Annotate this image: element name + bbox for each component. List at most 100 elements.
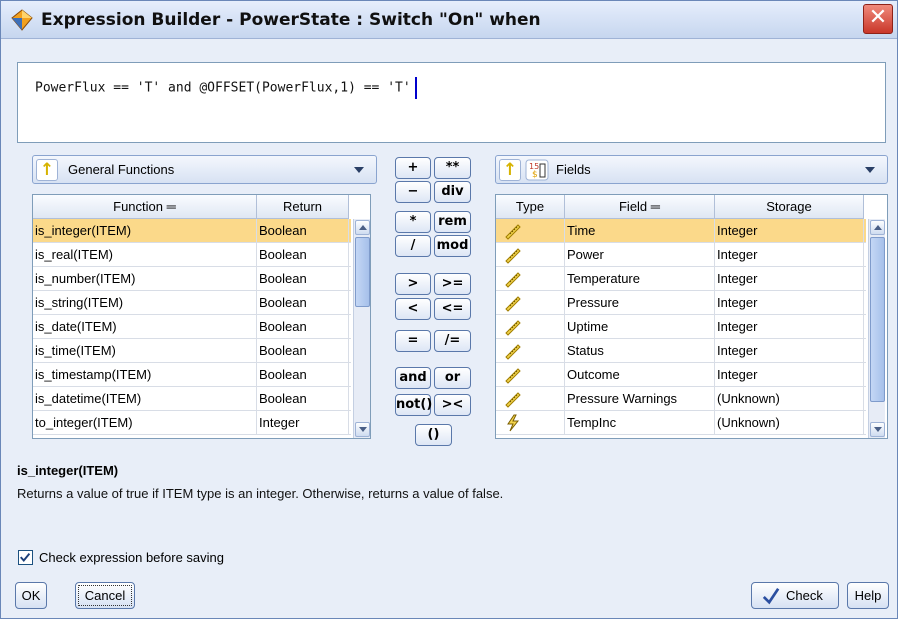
return-type: Boolean (257, 267, 349, 291)
storage-type: Integer (715, 363, 864, 387)
equals-button[interactable]: = (395, 330, 431, 352)
table-row[interactable]: Power Integer (496, 243, 866, 267)
table-row[interactable]: to_integer(ITEM) Integer (33, 411, 351, 435)
function-name: is_number(ITEM) (33, 267, 257, 291)
check-before-saving-checkbox[interactable] (18, 550, 33, 565)
function-name: to_integer(ITEM) (33, 411, 257, 435)
or-button[interactable]: or (434, 367, 471, 389)
return-type: Boolean (257, 315, 349, 339)
table-row[interactable]: is_integer(ITEM) Boolean (33, 219, 351, 243)
table-row[interactable]: TempInc (Unknown) (496, 411, 866, 435)
return-type: Boolean (257, 339, 349, 363)
table-row[interactable]: Pressure Warnings (Unknown) (496, 387, 866, 411)
scroll-thumb[interactable] (355, 237, 370, 307)
table-row[interactable]: is_date(ITEM) Boolean (33, 315, 351, 339)
concat-button[interactable]: >< (434, 394, 471, 416)
table-row[interactable]: Outcome Integer (496, 363, 866, 387)
column-header-type[interactable]: Type (496, 195, 565, 219)
fields-scrollbar[interactable] (868, 219, 885, 438)
insert-up-arrow-icon[interactable]: ↑ (36, 159, 58, 181)
chevron-down-icon[interactable] (354, 167, 364, 173)
rem-operator-button[interactable]: rem (434, 211, 471, 233)
power-operator-button[interactable]: ** (434, 157, 471, 179)
storage-type: (Unknown) (715, 411, 864, 435)
check-button[interactable]: Check (751, 582, 839, 609)
less-than-button[interactable]: < (395, 298, 431, 320)
cancel-button[interactable]: Cancel (75, 582, 135, 609)
table-row[interactable]: is_real(ITEM) Boolean (33, 243, 351, 267)
divide-operator-button[interactable]: / (395, 235, 431, 257)
minus-operator-button[interactable]: − (395, 181, 431, 203)
mod-operator-button[interactable]: mod (434, 235, 471, 257)
function-name: is_real(ITEM) (33, 243, 257, 267)
storage-type: Integer (715, 291, 864, 315)
type-cell (496, 219, 565, 243)
plus-operator-button[interactable]: + (395, 157, 431, 179)
table-row[interactable]: Time Integer (496, 219, 866, 243)
storage-type: Integer (715, 339, 864, 363)
function-description-title: is_integer(ITEM) (17, 463, 119, 478)
greater-equal-button[interactable]: >= (434, 273, 471, 295)
not-button[interactable]: not() (395, 394, 432, 416)
table-row[interactable]: is_time(ITEM) Boolean (33, 339, 351, 363)
table-row[interactable]: Temperature Integer (496, 267, 866, 291)
and-button[interactable]: and (395, 367, 431, 389)
type-cell (496, 315, 565, 339)
ruler-icon (505, 272, 521, 288)
field-name: Pressure Warnings (565, 387, 715, 411)
multiply-operator-button[interactable]: * (395, 211, 431, 233)
function-name: is_string(ITEM) (33, 291, 257, 315)
not-equals-button[interactable]: /= (434, 330, 471, 352)
column-header-function[interactable]: Function ═ (33, 195, 257, 219)
table-row[interactable]: is_string(ITEM) Boolean (33, 291, 351, 315)
table-row[interactable]: is_number(ITEM) Boolean (33, 267, 351, 291)
column-header-storage[interactable]: Storage (715, 195, 864, 219)
expression-editor[interactable]: PowerFlux == 'T' and @OFFSET(PowerFlux,1… (17, 62, 886, 143)
functions-scrollbar[interactable] (353, 219, 370, 438)
column-header-return[interactable]: Return (257, 195, 349, 219)
field-name: Time (565, 219, 715, 243)
return-type: Boolean (257, 387, 349, 411)
div-operator-button[interactable]: div (434, 181, 471, 203)
checkmark-icon (20, 552, 31, 563)
storage-type: Integer (715, 219, 864, 243)
ruler-icon (505, 344, 521, 360)
table-row[interactable]: Pressure Integer (496, 291, 866, 315)
scroll-up-icon[interactable] (870, 220, 885, 235)
scroll-up-icon[interactable] (355, 220, 370, 235)
less-equal-button[interactable]: <= (434, 298, 471, 320)
table-row[interactable]: Uptime Integer (496, 315, 866, 339)
help-button[interactable]: Help (847, 582, 889, 609)
window-title: Expression Builder - PowerState : Switch… (41, 10, 541, 30)
table-row[interactable]: Status Integer (496, 339, 866, 363)
app-diamond-icon (11, 9, 33, 31)
chevron-down-icon[interactable] (865, 167, 875, 173)
scroll-down-icon[interactable] (355, 422, 370, 437)
scroll-down-icon[interactable] (870, 422, 885, 437)
function-name: is_datetime(ITEM) (33, 387, 257, 411)
functions-table: Function ═ Return is_integer(ITEM) Boole… (32, 194, 371, 439)
expression-text[interactable]: PowerFlux == 'T' and @OFFSET(PowerFlux,1… (35, 77, 417, 99)
storage-type: Integer (715, 243, 864, 267)
return-type: Integer (257, 411, 349, 435)
greater-than-button[interactable]: > (395, 273, 431, 295)
function-description-text: Returns a value of true if ITEM type is … (17, 486, 504, 501)
table-row[interactable]: is_timestamp(ITEM) Boolean (33, 363, 351, 387)
scroll-thumb[interactable] (870, 237, 885, 402)
type-cell (496, 339, 565, 363)
column-header-field[interactable]: Field ═ (565, 195, 715, 219)
type-cell (496, 267, 565, 291)
ok-button[interactable]: OK (15, 582, 47, 609)
field-name: Pressure (565, 291, 715, 315)
field-list-icon[interactable]: 15 $ (525, 159, 549, 181)
function-name: is_integer(ITEM) (33, 219, 257, 243)
insert-up-arrow-icon[interactable]: ↑ (499, 159, 521, 181)
close-button[interactable]: ✕ (863, 4, 893, 34)
title-bar[interactable]: Expression Builder - PowerState : Switch… (1, 1, 897, 39)
field-source-dropdown[interactable]: ↑ 15 $ Fields (495, 155, 888, 184)
svg-text:$: $ (532, 170, 538, 180)
field-name: Status (565, 339, 715, 363)
function-group-dropdown[interactable]: ↑ General Functions (32, 155, 377, 184)
parentheses-button[interactable]: () (415, 424, 452, 446)
table-row[interactable]: is_datetime(ITEM) Boolean (33, 387, 351, 411)
